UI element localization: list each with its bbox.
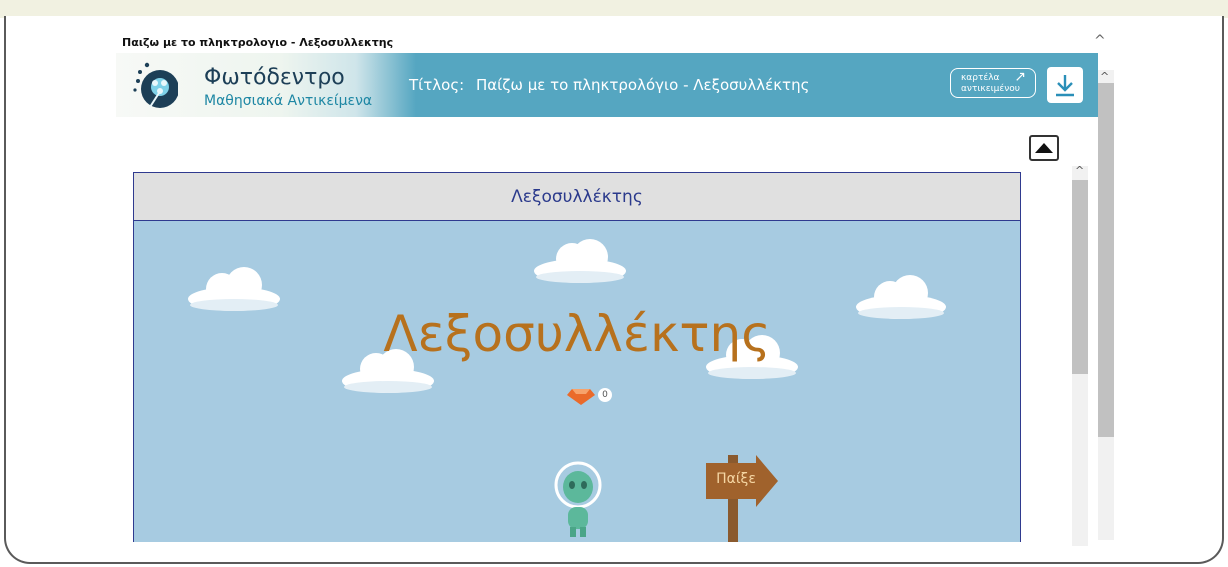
title-label: Τίτλος: [409,76,465,94]
collapse-button[interactable] [1029,135,1059,161]
outer-scrollbar-thumb[interactable] [1098,83,1114,437]
photodendro-header: Φωτόδεντρο Μαθησιακά Αντικείμενα Τίτλος:… [116,53,1098,117]
signpost-icon [706,455,778,542]
chevron-up-icon[interactable]: ^ [1094,33,1106,49]
object-title: Παίζω με το πληκτρολόγιο - Λεξοσυλλέκτης [476,76,810,94]
object-card-line2: αντικειμένου [961,84,1020,94]
download-icon [1056,75,1074,97]
page-title: Παιζω με το πληκτρολογιο - Λεξοσυλλεκτης [122,36,394,49]
cloud-icon [534,239,626,283]
play-sign[interactable]: Παίξε [706,455,780,542]
outer-scroll-up-icon[interactable]: ^ [1100,70,1109,83]
download-button[interactable] [1047,67,1083,103]
brand-subtitle: Μαθησιακά Αντικείμενα [204,93,373,109]
object-card-button[interactable]: καρτέλα αντικειμένου ↗ [950,68,1036,98]
play-sign-label: Παίξε [716,471,756,487]
game-title: Λεξοσυλλέκτης [383,305,771,363]
brand-area[interactable]: Φωτόδεντρο Μαθησιακά Αντικείμενα [116,53,416,117]
gem-count: 0 [598,388,612,402]
alien-character-icon [554,461,602,537]
external-link-icon: ↗ [1014,69,1026,85]
triangle-up-icon [1035,143,1053,153]
inner-scroll-up-icon[interactable]: ^ [1075,164,1084,177]
game-header: Λεξοσυλλέκτης [134,173,1020,221]
game-header-title: Λεξοσυλλέκτης [511,187,643,207]
gem-icon [567,389,595,405]
game-container: Λεξοσυλλέκτης Λεξοσυλλέκτης 0 Παίξε [133,172,1021,542]
game-canvas[interactable]: Λεξοσυλλέκτης 0 Παίξε [134,221,1020,542]
dandelion-logo-icon [133,62,178,108]
brand-name: Φωτόδεντρο [204,65,345,90]
inner-scrollbar-thumb[interactable] [1072,180,1088,374]
gem-counter: 0 [566,385,616,409]
